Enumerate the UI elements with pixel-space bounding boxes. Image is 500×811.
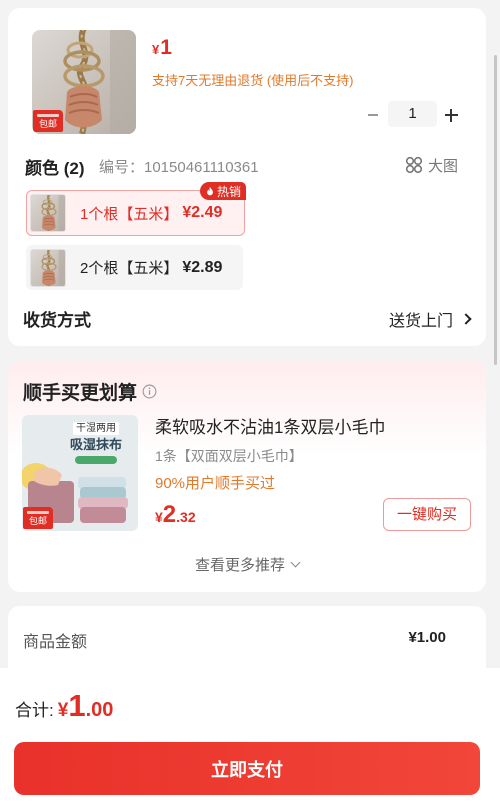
one-click-buy-button[interactable]: 一键购买 [383, 498, 471, 531]
more-recommendations-label: 查看更多推荐 [194, 557, 285, 574]
quantity-input[interactable]: 1 [388, 101, 437, 127]
option-thumbnail [30, 194, 66, 232]
total-label: 合计: [15, 701, 54, 720]
minus-icon[interactable] [364, 106, 382, 124]
addon-product-spec: 1条【双面双层小毛巾】 [155, 448, 303, 464]
more-recommendations-button[interactable]: 查看更多推荐 [8, 554, 486, 575]
badge-text: 包邮 [38, 118, 57, 129]
product-code: 编号：10150461110361 [99, 159, 259, 176]
option-price: ¥2.49 [182, 204, 223, 221]
spec-option[interactable]: 2个根【五米】 ¥2.89 [26, 245, 243, 290]
big-image-button[interactable]: 大图 [405, 155, 458, 175]
addon-header: 顺手买更划算 [23, 378, 157, 405]
total-symbol: ¥ [57, 700, 69, 721]
image-caption-top: 干湿两用 [73, 422, 119, 435]
goods-amount-label: 商品金额 [23, 634, 88, 651]
image-caption-main: 吸湿抹布 [69, 437, 122, 452]
spec-title: 颜色 (2) [25, 159, 85, 178]
product-image[interactable]: 包邮 [32, 30, 136, 134]
addon-product-image[interactable]: 干湿两用 吸湿抹布 包邮 [22, 415, 138, 531]
pay-now-button[interactable]: 立即支付 [14, 742, 480, 795]
option-price: ¥2.89 [182, 258, 223, 276]
product-card: 包邮 ¥1 支持7天无理由退货 (使用后不支持) 1 颜色 (2) 编号：101… [8, 8, 486, 346]
info-icon[interactable] [142, 384, 157, 399]
checkout-footer: 合计: ¥ 1 .00 立即支付 [0, 668, 500, 811]
total-decimal: .00 [85, 699, 114, 721]
badge-decor [27, 510, 49, 514]
delivery-method-selector[interactable]: 送货上门 [388, 307, 472, 331]
addon-card: 顺手买更划算 干湿两用 吸湿抹布 包邮 柔软吸水不沾油1条双层小毛巾 1条【双面… [8, 361, 486, 592]
product-price: ¥1 [152, 36, 172, 60]
price-symbol: ¥ [152, 42, 160, 57]
big-image-label: 大图 [428, 157, 459, 175]
addon-social-proof: 90%用户顺手买过 [155, 475, 276, 492]
free-shipping-badge: 包邮 [23, 507, 53, 529]
addon-price-symbol: ¥ [155, 509, 163, 525]
plus-icon[interactable] [442, 106, 460, 124]
addon-title: 顺手买更划算 [23, 383, 138, 404]
option-thumbnail [30, 248, 66, 287]
free-shipping-badge: 包邮 [33, 110, 63, 132]
order-total: 合计: ¥ 1 .00 [15, 688, 113, 724]
addon-product-name[interactable]: 柔软吸水不沾油1条双层小毛巾 [155, 413, 385, 438]
delivery-value: 送货上门 [388, 313, 453, 330]
option-name: 2个根【五米】 [80, 260, 179, 277]
total-integer: 1 [68, 688, 86, 723]
goods-amount-value: ¥1.00 [408, 629, 446, 646]
image-caption: 干湿两用 吸湿抹布 [58, 418, 134, 464]
badge-decor [37, 113, 59, 117]
addon-price-decimal: .32 [176, 509, 196, 525]
addon-price-integer: 2 [162, 501, 177, 528]
delivery-label: 收货方式 [23, 311, 91, 330]
addon-price: ¥2.32 [155, 501, 196, 529]
chevron-right-icon [460, 313, 472, 325]
scrollbar[interactable] [494, 55, 497, 365]
hot-sale-badge: 热销 [200, 182, 246, 200]
grid-circles-icon [405, 156, 423, 174]
price-value: 1 [160, 36, 172, 59]
hot-sale-text: 热销 [216, 184, 241, 199]
option-name: 1个根【五米】 [80, 205, 179, 223]
fire-icon [207, 186, 213, 195]
image-caption-pill [75, 456, 117, 464]
badge-text: 包邮 [28, 515, 47, 526]
chevron-down-icon [290, 557, 301, 568]
return-policy: 支持7天无理由退货 (使用后不支持) [152, 73, 354, 88]
